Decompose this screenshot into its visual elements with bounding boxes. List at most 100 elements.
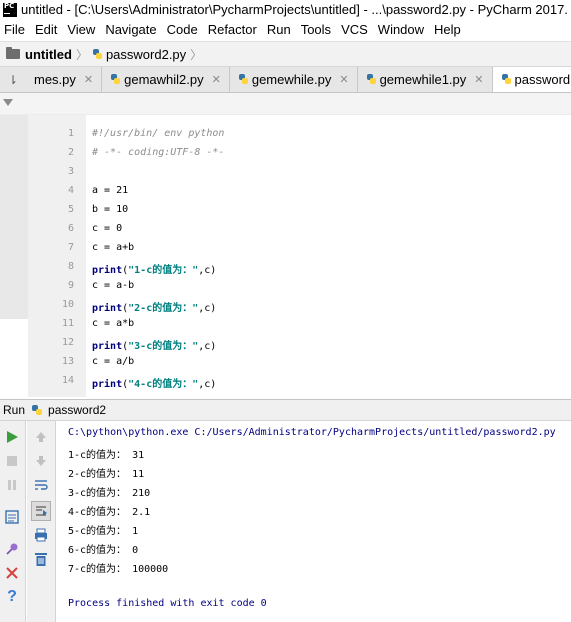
dump-threads-icon[interactable] — [2, 507, 22, 527]
python-run-config-icon — [31, 404, 44, 417]
tab-label: mes.py — [34, 72, 76, 87]
menu-navigate[interactable]: Navigate — [100, 22, 161, 37]
stop-icon[interactable] — [2, 451, 22, 471]
keyword-token: print — [92, 303, 123, 314]
args-token: ,c) — [198, 341, 217, 352]
console-line: 6-c的值为： 0 — [68, 545, 139, 556]
trash-icon[interactable] — [31, 549, 51, 569]
console-line: Process finished with exit code 0 — [68, 598, 267, 609]
pycharm-logo-icon: PC — [3, 2, 17, 17]
run-tool-header: Run password2 — [0, 399, 571, 421]
close-run-icon[interactable] — [2, 563, 22, 583]
tab-gemawhil2[interactable]: gemawhil2.py ✕ — [102, 67, 230, 92]
console-line: 5-c的值为： 1 — [68, 526, 139, 537]
menu-vcs[interactable]: VCS — [336, 22, 373, 37]
close-icon[interactable]: ✕ — [339, 73, 348, 86]
console-line: 4-c的值为： 2.1 — [68, 507, 151, 518]
window-title: untitled - [C:\Users\Administrator\Pycha… — [21, 2, 568, 17]
code-line[interactable]: print("1-c的值为：",c) — [92, 261, 216, 276]
code-line[interactable]: print("3-c的值为：",c) — [92, 337, 216, 352]
line-number: 7 — [67, 242, 74, 253]
code-line[interactable]: #!/usr/bin/ env python — [92, 128, 224, 139]
menu-edit[interactable]: Edit — [30, 22, 62, 37]
console-line: 3-c的值为： 210 — [68, 488, 151, 499]
pin-tab-icon[interactable] — [2, 539, 22, 559]
help-icon[interactable]: ? — [2, 587, 22, 607]
code-line[interactable]: a = 21 — [92, 185, 128, 196]
keyword-token: print — [92, 341, 123, 352]
print-icon[interactable] — [31, 525, 51, 545]
string-token: "4-c的值为：" — [128, 379, 199, 390]
string-token: "3-c的值为：" — [128, 341, 199, 352]
line-number: 12 — [61, 337, 74, 348]
line-number: 10 — [61, 299, 74, 310]
menu-tools[interactable]: Tools — [296, 22, 336, 37]
python-file-icon — [366, 73, 377, 86]
python-file-icon — [92, 48, 103, 61]
keyword-token: print — [92, 265, 123, 276]
breadcrumb-project[interactable]: untitled — [25, 47, 72, 62]
project-panel-strip — [0, 115, 28, 319]
code-line[interactable]: c = a*b — [92, 318, 134, 329]
code-line[interactable]: c = 0 — [92, 223, 122, 234]
arrow-up-icon[interactable] — [31, 427, 51, 447]
soft-wrap-icon[interactable] — [31, 475, 51, 495]
tab-label: gemawhil2.py — [124, 72, 204, 87]
tab-list-icon[interactable]: ⇂ — [0, 67, 26, 92]
collapse-arrow-icon[interactable] — [3, 99, 13, 106]
line-number: 4 — [67, 185, 74, 196]
console-line: 1-c的值为： 31 — [68, 450, 145, 461]
line-number-gutter: 1 2 3 4 5 6 7 8 9 10 11 12 13 14 — [28, 115, 86, 397]
tab-gemewhile1[interactable]: gemewhile1.py ✕ — [358, 67, 493, 92]
tab-mes[interactable]: mes.py ✕ — [26, 67, 103, 92]
editor-tab-bar: ⇂ mes.py ✕ gemawhil2.py ✕ gemewhile.py ✕… — [0, 67, 571, 93]
menu-window[interactable]: Window — [373, 22, 429, 37]
python-file-icon — [238, 73, 249, 86]
line-number: 2 — [67, 147, 74, 158]
arrow-down-icon[interactable] — [31, 451, 51, 471]
console-line: 2-c的值为： 11 — [68, 469, 145, 480]
run-console[interactable]: C:\python\python.exe C:/Users/Administra… — [57, 421, 571, 622]
args-token: ,c) — [198, 379, 217, 390]
tab-gemewhile[interactable]: gemewhile.py ✕ — [230, 67, 358, 92]
menu-view[interactable]: View — [62, 22, 100, 37]
string-token: "2-c的值为：" — [128, 303, 199, 314]
tab-password2[interactable]: password — [492, 67, 571, 92]
line-number: 13 — [61, 356, 74, 367]
code-line[interactable]: b = 10 — [92, 204, 128, 215]
menu-refactor[interactable]: Refactor — [203, 22, 262, 37]
keyword-token: print — [92, 379, 123, 390]
args-token: ,c) — [198, 303, 217, 314]
title-bar: PC untitled - [C:\Users\Administrator\Py… — [0, 0, 571, 19]
code-area[interactable]: #!/usr/bin/ env python # -*- coding:UTF-8… — [86, 115, 571, 397]
breadcrumb-file[interactable]: password2.py — [106, 47, 186, 62]
code-line[interactable]: c = a+b — [92, 242, 134, 253]
close-icon[interactable]: ✕ — [212, 73, 221, 86]
code-line[interactable]: c = a/b — [92, 356, 134, 367]
run-toolbar-secondary — [27, 421, 56, 622]
scroll-to-end-icon[interactable] — [31, 501, 51, 521]
run-toolbar-primary: ? — [0, 421, 26, 622]
line-number: 8 — [67, 261, 74, 272]
menu-run[interactable]: Run — [262, 22, 296, 37]
code-line[interactable]: print("2-c的值为：",c) — [92, 299, 216, 314]
menu-code[interactable]: Code — [162, 22, 203, 37]
line-number: 9 — [67, 280, 74, 291]
code-line[interactable]: # -*- coding:UTF-8 -*- — [92, 147, 224, 158]
line-number: 11 — [61, 318, 74, 329]
pause-icon[interactable] — [2, 475, 22, 495]
rerun-icon[interactable] — [2, 427, 22, 447]
menu-bar: File Edit View Navigate Code Refactor Ru… — [0, 19, 571, 40]
run-config-name[interactable]: password2 — [48, 403, 106, 417]
line-number: 14 — [61, 375, 74, 386]
code-line[interactable]: print("4-c的值为：",c) — [92, 375, 216, 390]
menu-file[interactable]: File — [0, 22, 30, 37]
code-line[interactable]: c = a-b — [92, 280, 134, 291]
menu-help[interactable]: Help — [429, 22, 466, 37]
run-tool-label[interactable]: Run — [3, 403, 25, 417]
code-editor[interactable]: 1 2 3 4 5 6 7 8 9 10 11 12 13 14 #!/usr/bin/ env pyth… — [0, 93, 571, 397]
tab-label: gemewhile1.py — [379, 72, 467, 87]
line-number: 6 — [67, 223, 74, 234]
close-icon[interactable]: ✕ — [84, 73, 93, 86]
close-icon[interactable]: ✕ — [474, 73, 483, 86]
